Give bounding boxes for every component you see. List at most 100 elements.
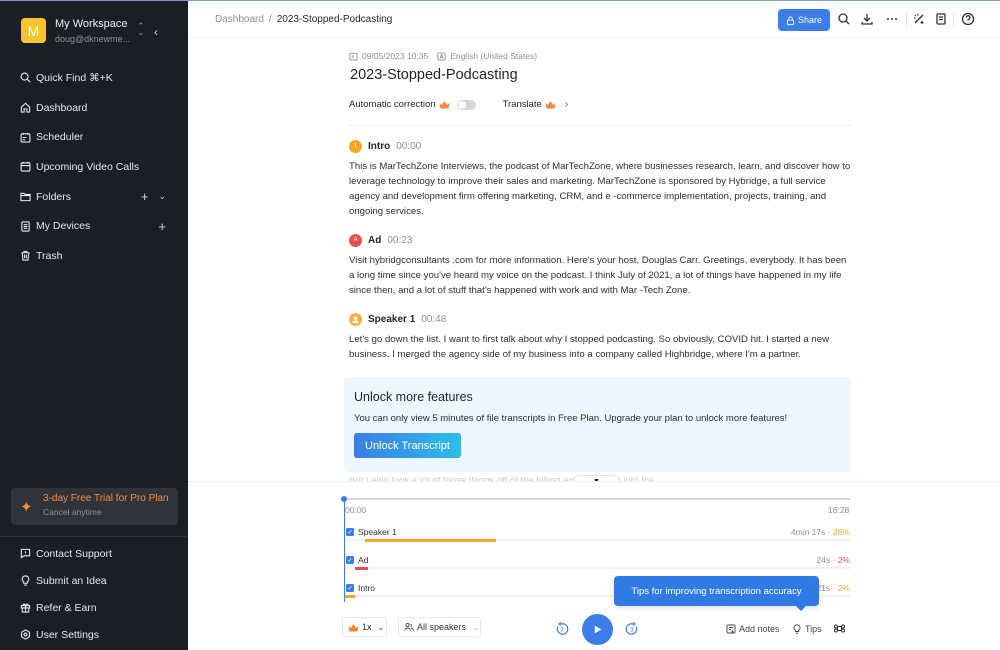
- playback-speed-select[interactable]: 1x ⌄: [342, 617, 387, 637]
- share-label: Share: [797, 15, 823, 25]
- sidebar-item-my-devices[interactable]: My Devices +: [0, 211, 188, 241]
- sidebar-item-label: Folders: [36, 190, 72, 203]
- segment-timestamp[interactable]: 00:00: [396, 141, 421, 152]
- progress-handle[interactable]: [341, 496, 347, 502]
- trash-icon: [21, 251, 30, 262]
- calendar-edit-icon: [20, 132, 31, 143]
- tips-tooltip[interactable]: Tips for improving transcription accurac…: [614, 576, 819, 611]
- speaker-name[interactable]: Ad: [368, 235, 381, 246]
- tips-label: Tips: [805, 624, 822, 634]
- sidebar-item-user-settings[interactable]: User Settings: [0, 621, 188, 648]
- language-icon: [437, 51, 446, 61]
- segment-text[interactable]: Let's go down the list. I want to first …: [349, 332, 851, 362]
- keyboard-shortcut-icon[interactable]: [834, 623, 845, 634]
- speaker-percent: 2%: [837, 583, 850, 593]
- segment-text[interactable]: This is MarTechZone Interviews, the podc…: [349, 159, 851, 219]
- speaker-stats: 4min 17s · 26%: [790, 527, 850, 537]
- trial-title: 3-day Free Trial for Pro Plan: [43, 493, 169, 504]
- rewind-3s-icon[interactable]: 3: [555, 622, 569, 636]
- magic-wand-icon[interactable]: [912, 12, 926, 26]
- sidebar-item-submit-idea[interactable]: Submit an Idea: [0, 567, 188, 594]
- sidebar-item-label: Submit an Idea: [36, 574, 107, 587]
- download-icon[interactable]: [860, 12, 874, 26]
- chevron-down-icon: ⌄: [473, 622, 480, 632]
- lock-icon: [786, 15, 795, 25]
- calendar-icon: [20, 162, 31, 173]
- lightbulb-icon: [793, 624, 801, 634]
- sidebar-item-contact-support[interactable]: Contact Support: [0, 540, 188, 567]
- premium-crown-icon: [348, 623, 359, 631]
- document-language[interactable]: English (United States): [450, 51, 537, 61]
- help-icon[interactable]: [961, 12, 975, 26]
- sidebar-item-dashboard[interactable]: Dashboard: [0, 93, 188, 123]
- chevron-down-icon[interactable]: ⌄: [158, 191, 166, 202]
- speaker-name[interactable]: Intro: [368, 141, 390, 152]
- share-button[interactable]: Share: [778, 9, 830, 31]
- speaker-percent: 26%: [832, 527, 850, 537]
- add-device-icon[interactable]: +: [158, 219, 166, 234]
- segment-text[interactable]: Visit hybridgconsultants .com for more i…: [349, 253, 851, 298]
- unlock-description: You can only view 5 minutes of file tran…: [354, 413, 788, 424]
- sidebar-item-upcoming-video-calls[interactable]: Upcoming Video Calls: [0, 152, 188, 182]
- tips-button[interactable]: Tips: [792, 624, 822, 634]
- chevron-right-icon: ›: [564, 99, 569, 110]
- svg-text:3: 3: [630, 628, 634, 634]
- sidebar-item-refer-earn[interactable]: Refer & Earn: [0, 594, 188, 621]
- forward-3s-icon[interactable]: 3: [625, 622, 639, 636]
- add-note-icon: [726, 624, 736, 634]
- speaker-name[interactable]: Speaker 1: [368, 314, 415, 325]
- collapse-sidebar-icon[interactable]: ‹: [154, 25, 158, 39]
- workspace-switcher[interactable]: M My Workspace doug@dknewme...: [21, 18, 130, 44]
- add-notes-button[interactable]: Add notes: [726, 624, 780, 634]
- translate-button[interactable]: Translate ›: [503, 99, 569, 110]
- segment-timestamp[interactable]: 00:48: [421, 314, 446, 325]
- speaker-percent: 2%: [837, 555, 850, 565]
- sidebar-item-quick-find[interactable]: Quick Find ⌘+K: [0, 63, 188, 93]
- play-icon: [594, 625, 602, 634]
- more-icon[interactable]: [885, 12, 899, 26]
- sidebar-item-label: Trash: [36, 249, 63, 262]
- sidebar-item-trash[interactable]: Trash: [0, 241, 188, 271]
- free-trial-banner[interactable]: ✦ 3-day Free Trial for Pro Plan Cancel a…: [11, 488, 178, 525]
- header-divider: [349, 125, 851, 126]
- page-title[interactable]: 2023-Stopped-Podcasting: [350, 67, 518, 83]
- sidebar-item-folders[interactable]: Folders + ⌄: [0, 182, 188, 212]
- transcript-segment: I Intro 00:00 This is MarTechZone Interv…: [349, 139, 851, 219]
- speaker-track[interactable]: [345, 567, 850, 569]
- add-notes-label: Add notes: [739, 624, 780, 634]
- chevron-up-down-icon[interactable]: ⌃ ⌄: [137, 22, 145, 37]
- sidebar-item-label: User Settings: [36, 628, 100, 641]
- speaker-checkbox[interactable]: ✓: [346, 556, 354, 564]
- gear-icon: [21, 629, 30, 640]
- play-button[interactable]: [582, 614, 613, 645]
- segment-timestamp[interactable]: 00:23: [387, 235, 412, 246]
- speaker-segment-bar[interactable]: [365, 539, 497, 542]
- speaker-segment-bar[interactable]: [355, 567, 368, 570]
- top-bar: Dashboard / 2023-Stopped-Podcasting Share: [188, 1, 1000, 39]
- sidebar-item-scheduler[interactable]: Scheduler: [0, 122, 188, 152]
- unlock-transcript-button[interactable]: Unlock Transcript: [354, 433, 461, 458]
- transcript-segment: A Ad 00:23 Visit hybridgconsultants .com…: [349, 233, 851, 298]
- speaker-segment-bar[interactable]: [345, 595, 356, 598]
- calendar-icon: [349, 52, 358, 61]
- unlock-features-panel: Unlock more features You can only view 5…: [344, 377, 851, 472]
- transcript-segment: Speaker 1 00:48 Let's go down the list. …: [349, 312, 851, 362]
- speaker-checkbox[interactable]: ✓: [346, 584, 354, 592]
- speaker-label: Intro: [358, 583, 376, 593]
- toolbar-divider: [953, 13, 954, 26]
- sidebar-item-label: Upcoming Video Calls: [36, 160, 140, 173]
- speaker-filter-select[interactable]: All speakers ⌄: [398, 617, 481, 637]
- sidebar-item-label: My Devices: [36, 220, 91, 233]
- home-icon: [20, 102, 31, 113]
- add-folder-icon[interactable]: +: [141, 189, 149, 204]
- sidebar-bottom-nav: Contact Support Submit an Idea Refer & E…: [0, 540, 188, 648]
- breadcrumb-dashboard[interactable]: Dashboard: [215, 14, 264, 25]
- speaker-duration: 4min 17s: [790, 527, 826, 537]
- search-icon[interactable]: [837, 12, 851, 26]
- speaker-checkbox[interactable]: ✓: [346, 528, 354, 536]
- auto-correction-toggle[interactable]: [456, 99, 476, 110]
- notes-icon[interactable]: [934, 12, 948, 26]
- progress-track[interactable]: [344, 498, 850, 500]
- trial-subtitle: Cancel anytime: [43, 507, 102, 517]
- sidebar-item-label: Refer & Earn: [36, 601, 97, 614]
